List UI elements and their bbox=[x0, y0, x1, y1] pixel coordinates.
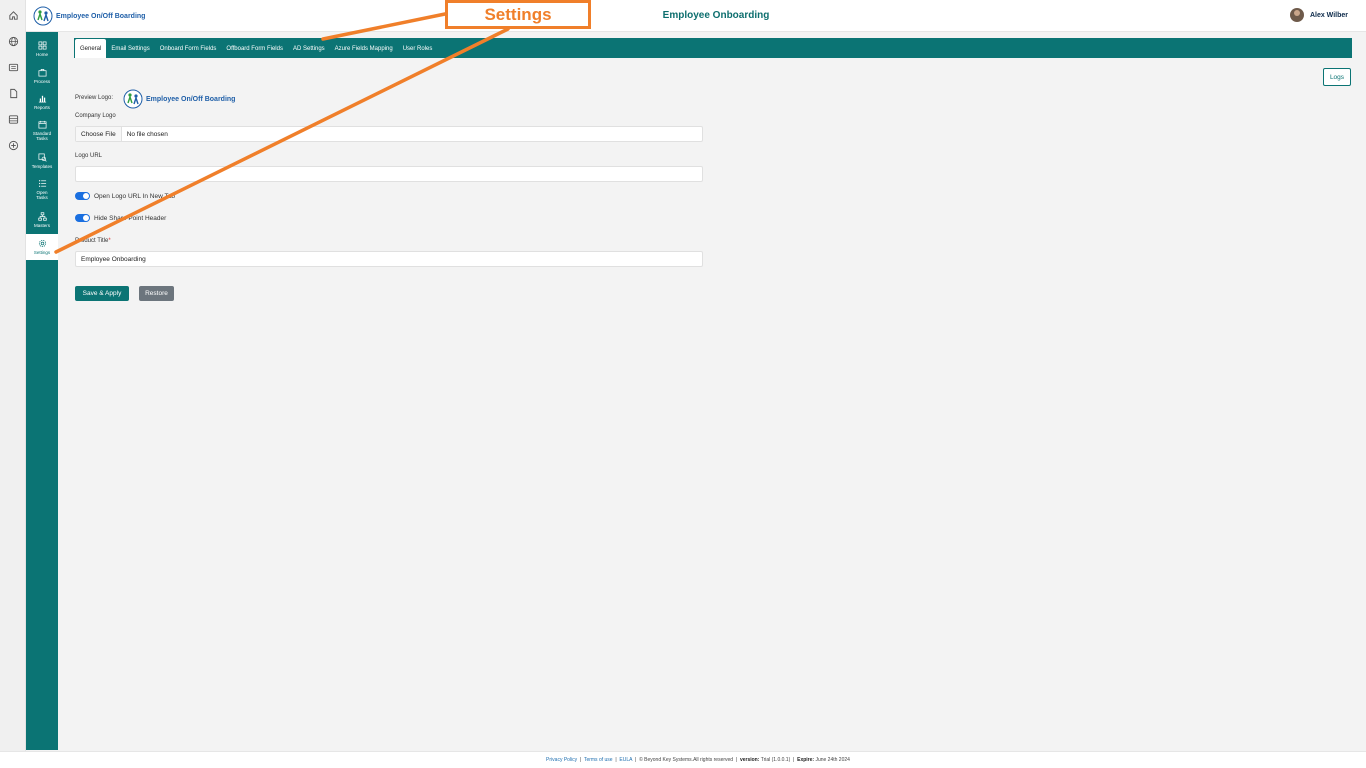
sidebar-item-label: Settings bbox=[33, 250, 51, 255]
home-grid-icon bbox=[38, 41, 46, 50]
tab-user-roles[interactable]: User Roles bbox=[398, 40, 438, 58]
footer: Privacy Policy | Terms of use | EULA | ©… bbox=[0, 751, 1366, 768]
copyright-text: © Beyond Key Systems.All rights reserved bbox=[639, 757, 734, 763]
preview-logo-label: Preview Logo: bbox=[75, 95, 114, 101]
sidebar-item-open-tasks[interactable]: Open Tasks bbox=[26, 179, 58, 200]
company-logo-file-input[interactable]: Choose File No file chosen bbox=[75, 126, 703, 142]
top-header: Employee On/Off Boarding Employee Onboar… bbox=[26, 0, 1366, 32]
version-value: Trial (1.0.0.1) bbox=[760, 757, 791, 763]
tab-azure-fields-mapping[interactable]: Azure Fields Mapping bbox=[330, 40, 398, 58]
eula-link[interactable]: EULA bbox=[619, 757, 632, 763]
user-menu[interactable]: Alex Wilber bbox=[1289, 8, 1348, 22]
tab-general[interactable]: General bbox=[75, 39, 107, 58]
open-logo-url-toggle-row: Open Logo URL In New Tab bbox=[75, 192, 175, 200]
sidebar-item-reports[interactable]: Reports bbox=[26, 94, 58, 110]
file-status: No file chosen bbox=[126, 130, 168, 138]
sidebar-item-label: Process bbox=[33, 79, 51, 84]
expire-label: Expire: bbox=[797, 757, 815, 763]
terms-link[interactable]: Terms of use bbox=[584, 757, 613, 763]
version-label: version: bbox=[739, 757, 760, 763]
save-apply-button[interactable]: Save & Apply bbox=[75, 286, 129, 301]
tab-email-settings[interactable]: Email Settings bbox=[106, 40, 154, 58]
expire-value: June 24th 2024 bbox=[815, 757, 850, 763]
sidebar-item-masters[interactable]: Masters bbox=[26, 212, 58, 228]
bar-chart-icon bbox=[38, 95, 46, 103]
sidebar-item-label: Home bbox=[35, 52, 48, 57]
hide-sp-header-toggle[interactable] bbox=[75, 214, 90, 222]
privacy-policy-link[interactable]: Privacy Policy bbox=[546, 757, 577, 763]
hide-sp-header-toggle-row: Hide Share Point Header bbox=[75, 214, 166, 222]
sidebar-item-settings[interactable]: Settings bbox=[26, 234, 58, 260]
list-icon bbox=[38, 180, 46, 187]
restore-button[interactable]: Restore bbox=[139, 286, 174, 301]
choose-file-button[interactable]: Choose File bbox=[76, 127, 122, 141]
logo-url-field-wrap bbox=[75, 166, 703, 182]
sidebar-item-label: Open Tasks bbox=[36, 190, 48, 200]
tab-offboard-form-fields[interactable]: Offboard Form Fields bbox=[221, 40, 288, 58]
globe-icon[interactable] bbox=[5, 33, 21, 49]
document-icon[interactable] bbox=[5, 85, 21, 101]
open-logo-url-toggle-label: Open Logo URL In New Tab bbox=[94, 192, 175, 200]
calendar-icon bbox=[38, 120, 46, 129]
product-title-input[interactable] bbox=[76, 252, 702, 266]
logs-button[interactable]: Logs bbox=[1323, 68, 1351, 86]
list-view-icon[interactable] bbox=[5, 111, 21, 127]
add-circle-icon[interactable] bbox=[5, 137, 21, 153]
hierarchy-icon bbox=[37, 212, 47, 221]
page-title: Employee Onboarding bbox=[662, 10, 770, 21]
company-logo-label: Company Logo bbox=[75, 113, 116, 119]
sidebar-item-home[interactable]: Home bbox=[26, 41, 58, 57]
preview-logo-icon bbox=[123, 89, 143, 109]
sidebar-item-label: Reports bbox=[34, 105, 50, 110]
briefcase-icon bbox=[38, 68, 46, 77]
news-icon[interactable] bbox=[5, 59, 21, 75]
sidebar-item-label: Masters bbox=[33, 223, 50, 228]
avatar[interactable] bbox=[1289, 8, 1304, 22]
sidebar-item-process[interactable]: Process bbox=[26, 68, 58, 84]
home-icon[interactable] bbox=[5, 7, 21, 23]
sidebar-item-standard-tasks[interactable]: Standard Tasks bbox=[26, 120, 58, 141]
open-logo-url-toggle[interactable] bbox=[75, 192, 90, 200]
preview-logo: Employee On/Off Boarding bbox=[123, 89, 235, 109]
settings-tabs: General Email Settings Onboard Form Fiel… bbox=[74, 38, 1352, 58]
preview-logo-text: Employee On/Off Boarding bbox=[146, 95, 236, 103]
sidebar: Home Process Reports Standard Tasks Temp… bbox=[26, 32, 58, 750]
templates-icon bbox=[38, 153, 47, 162]
required-mark: * bbox=[108, 238, 111, 244]
product-title-field-wrap bbox=[75, 251, 703, 267]
app-rail bbox=[0, 0, 26, 768]
sidebar-item-templates[interactable]: Templates bbox=[26, 153, 58, 169]
user-name: Alex Wilber bbox=[1309, 11, 1348, 19]
logo-url-input[interactable] bbox=[76, 167, 702, 181]
sidebar-item-label: Templates bbox=[31, 164, 53, 169]
gear-icon bbox=[38, 239, 46, 248]
annotation-callout: Settings bbox=[445, 0, 591, 29]
hide-sp-header-toggle-label: Hide Share Point Header bbox=[94, 214, 167, 222]
annotation-arrows bbox=[54, 12, 510, 254]
product-title-label: Product Title* bbox=[75, 238, 111, 244]
tab-ad-settings[interactable]: AD Settings bbox=[288, 40, 330, 58]
sidebar-item-label: Standard Tasks bbox=[32, 131, 52, 141]
logo-url-label: Logo URL bbox=[75, 153, 103, 159]
tab-onboard-form-fields[interactable]: Onboard Form Fields bbox=[155, 40, 222, 58]
